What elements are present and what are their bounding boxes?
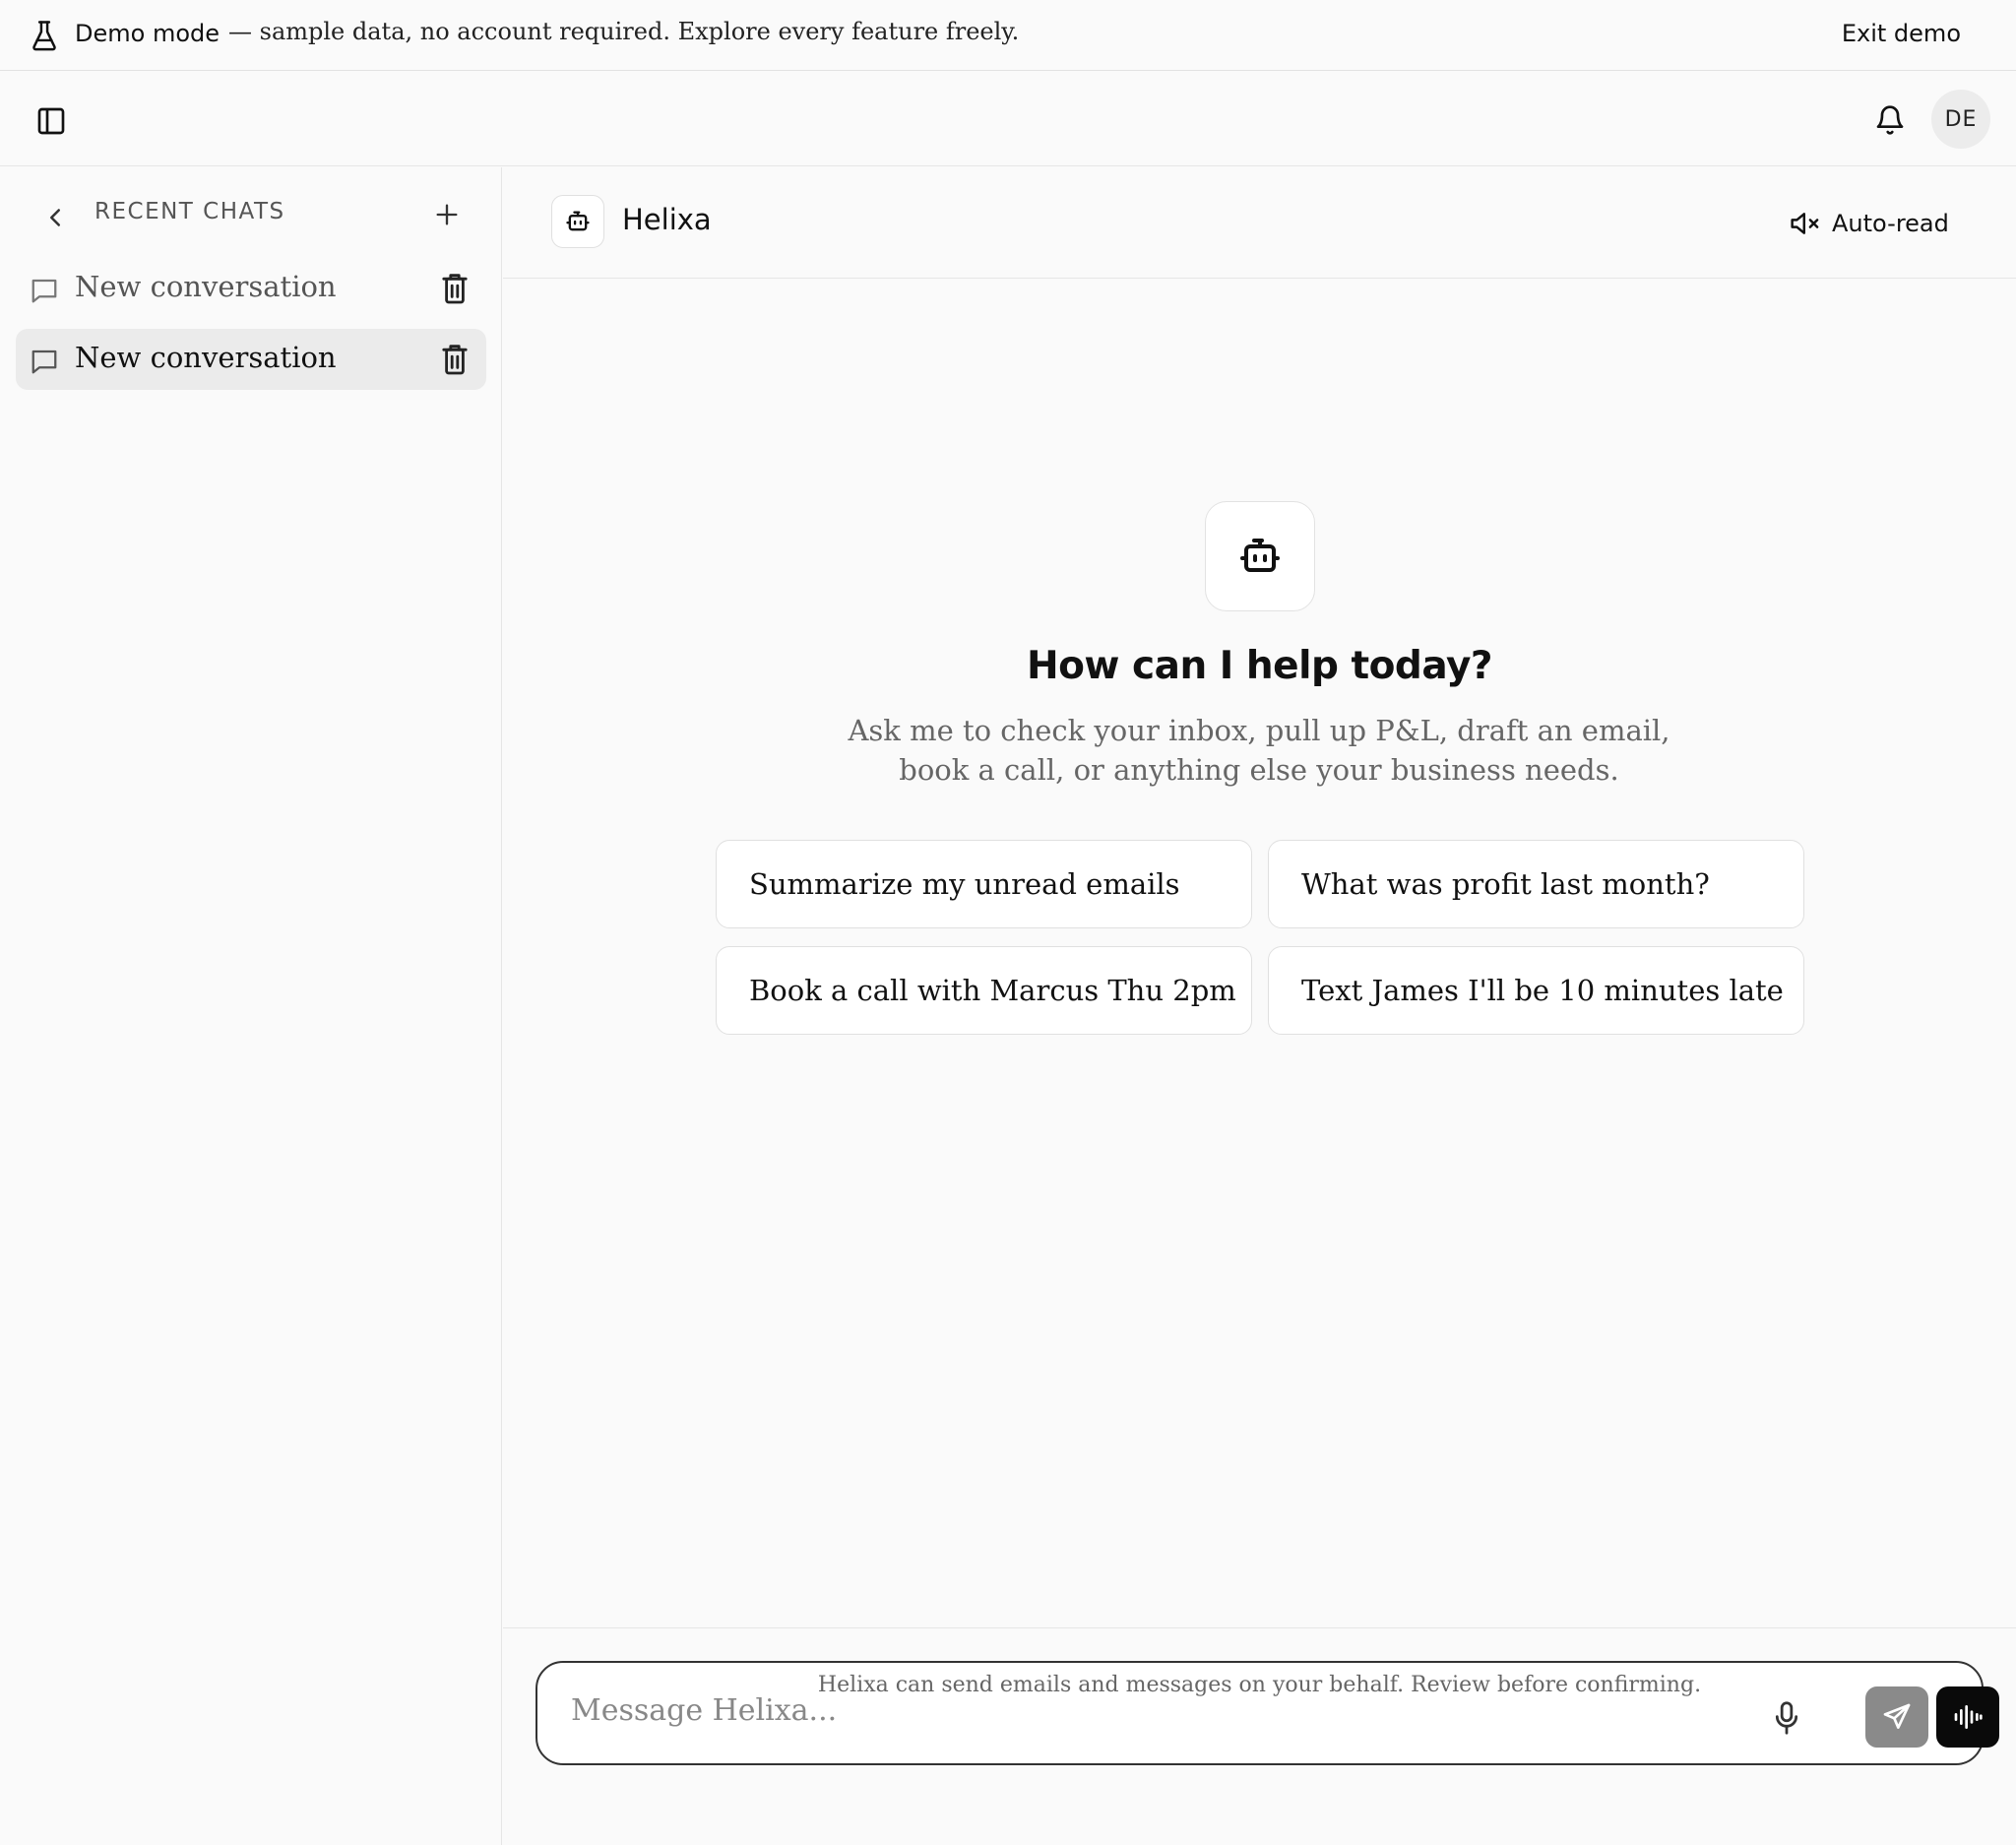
demo-banner: Demo mode — sample data, no account requ… — [0, 0, 2016, 71]
assistant-name: Helixa — [622, 203, 712, 236]
flask-icon — [32, 21, 56, 51]
suggestion-chip[interactable]: Summarize my unread emails — [716, 840, 1252, 928]
demo-mode-message: — sample data, no account required. Expl… — [228, 18, 1020, 45]
sidebar: RECENT CHATS New conversation New conver… — [0, 167, 502, 1845]
new-chat-plus-icon[interactable] — [433, 201, 461, 228]
bot-icon — [1240, 539, 1280, 572]
mic-icon[interactable] — [1773, 1700, 1800, 1736]
voice-waveform-icon — [1954, 1705, 1983, 1729]
exit-demo-button[interactable]: Exit demo — [1842, 20, 1961, 47]
assistant-logo — [551, 195, 604, 248]
suggestion-chip[interactable]: What was profit last month? — [1268, 840, 1804, 928]
chat-list-item[interactable]: New conversation — [16, 258, 486, 319]
recent-chats-heading: RECENT CHATS — [94, 199, 285, 224]
chevron-left-icon[interactable] — [43, 203, 67, 232]
chat-main: Helixa Auto-read How can I help today? A… — [503, 167, 2016, 1845]
avatar[interactable]: DE — [1931, 90, 1990, 149]
composer-area: Helixa can send emails and messages on y… — [503, 1627, 2016, 1845]
auto-read-label: Auto-read — [1832, 210, 1949, 237]
chat-list-item-active[interactable]: New conversation — [16, 329, 486, 390]
empty-state-title: How can I help today? — [1026, 644, 1493, 688]
suggestion-chip[interactable]: Text James I'll be 10 minutes late — [1268, 946, 1804, 1035]
demo-mode-label: Demo mode — [75, 20, 220, 47]
chat-bubble-icon — [32, 350, 57, 374]
auto-read-toggle[interactable]: Auto-read — [1789, 207, 1949, 240]
chat-item-label: New conversation — [75, 270, 337, 303]
chat-header: Helixa Auto-read — [503, 167, 2016, 279]
composer-disclaimer: Helixa can send emails and messages on y… — [817, 1673, 1702, 1697]
trash-icon[interactable] — [441, 343, 469, 376]
bell-icon[interactable] — [1874, 103, 1906, 137]
bot-icon — [566, 211, 590, 231]
send-icon — [1883, 1703, 1911, 1729]
speaker-muted-icon — [1791, 213, 1819, 234]
empty-state-subtitle: Ask me to check your inbox, pull up P&L,… — [848, 714, 1670, 787]
trash-icon[interactable] — [441, 272, 469, 305]
sidebar-toggle-icon[interactable] — [35, 105, 67, 137]
empty-state-bot-badge — [1205, 501, 1315, 611]
suggestion-chip[interactable]: Book a call with Marcus Thu 2pm — [716, 946, 1252, 1035]
top-bar: DE — [0, 72, 2016, 166]
chat-item-label: New conversation — [75, 341, 337, 374]
chat-bubble-icon — [32, 279, 57, 303]
